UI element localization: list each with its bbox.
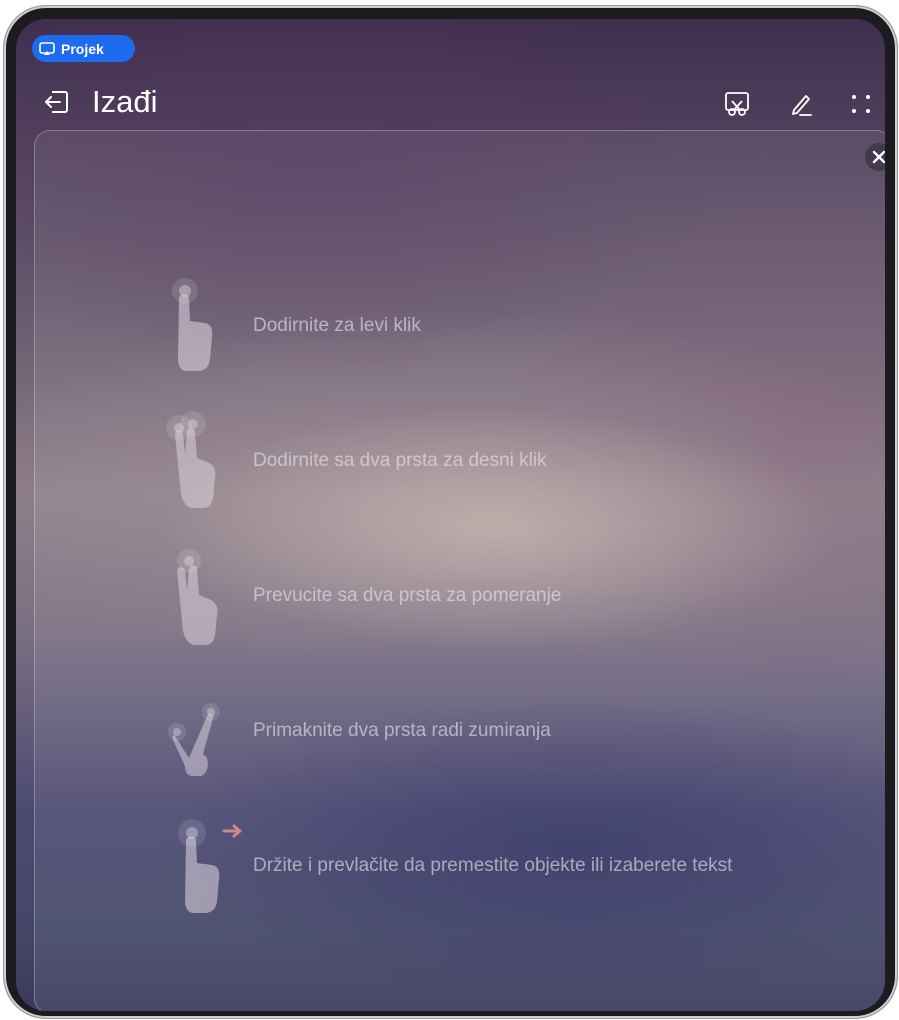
gesture-tip: Držite i prevlačite da premestite objekt…: [163, 811, 863, 921]
gesture-tip-text: Dodirnite za levi klik: [253, 315, 421, 336]
gesture-tip-text: Prevucite sa dva prsta za pomeranje: [253, 585, 562, 606]
close-icon: [872, 150, 885, 164]
projection-badge-label: Projek: [61, 40, 104, 57]
device-frame: Projek Izađi Dodirnite za levi klik Dodi…: [4, 6, 897, 1018]
press-drag-icon: [178, 819, 242, 913]
projection-badge[interactable]: Projek: [32, 35, 135, 62]
projection-icon: [39, 41, 55, 55]
two-finger-tap-icon: [166, 411, 216, 508]
gesture-tip-text: Primaknite dva prsta radi zumiranja: [253, 720, 551, 741]
pen-annotate-icon[interactable]: [786, 89, 816, 119]
gesture-tip: Primaknite dva prsta radi zumiranja: [163, 676, 863, 786]
gesture-tip: Prevucite sa dva prsta za pomeranje: [163, 541, 863, 651]
page-title[interactable]: Izađi: [92, 83, 157, 121]
pinch-zoom-icon: [168, 703, 220, 776]
gesture-tip: Dodirnite sa dva prsta za desni klik: [163, 406, 863, 516]
gesture-guide-panel: Dodirnite za levi klik Dodirnite sa dva …: [34, 130, 885, 1011]
more-dots-icon[interactable]: [846, 89, 876, 119]
gesture-tip-text: Dodirnite sa dva prsta za desni klik: [253, 450, 547, 471]
exit-icon[interactable]: [42, 87, 72, 117]
screenshot-scissors-icon[interactable]: [722, 89, 752, 119]
gesture-tip: Dodirnite za levi klik: [163, 271, 863, 381]
top-bar: Izađi: [16, 79, 885, 129]
gesture-tip-text: Držite i prevlačite da premestite objekt…: [253, 855, 733, 876]
projection-screen: Projek Izađi Dodirnite za levi klik Dodi…: [16, 19, 885, 1011]
close-button[interactable]: [865, 143, 885, 171]
one-finger-tap-icon: [172, 278, 213, 371]
two-finger-scroll-icon: [177, 549, 218, 645]
